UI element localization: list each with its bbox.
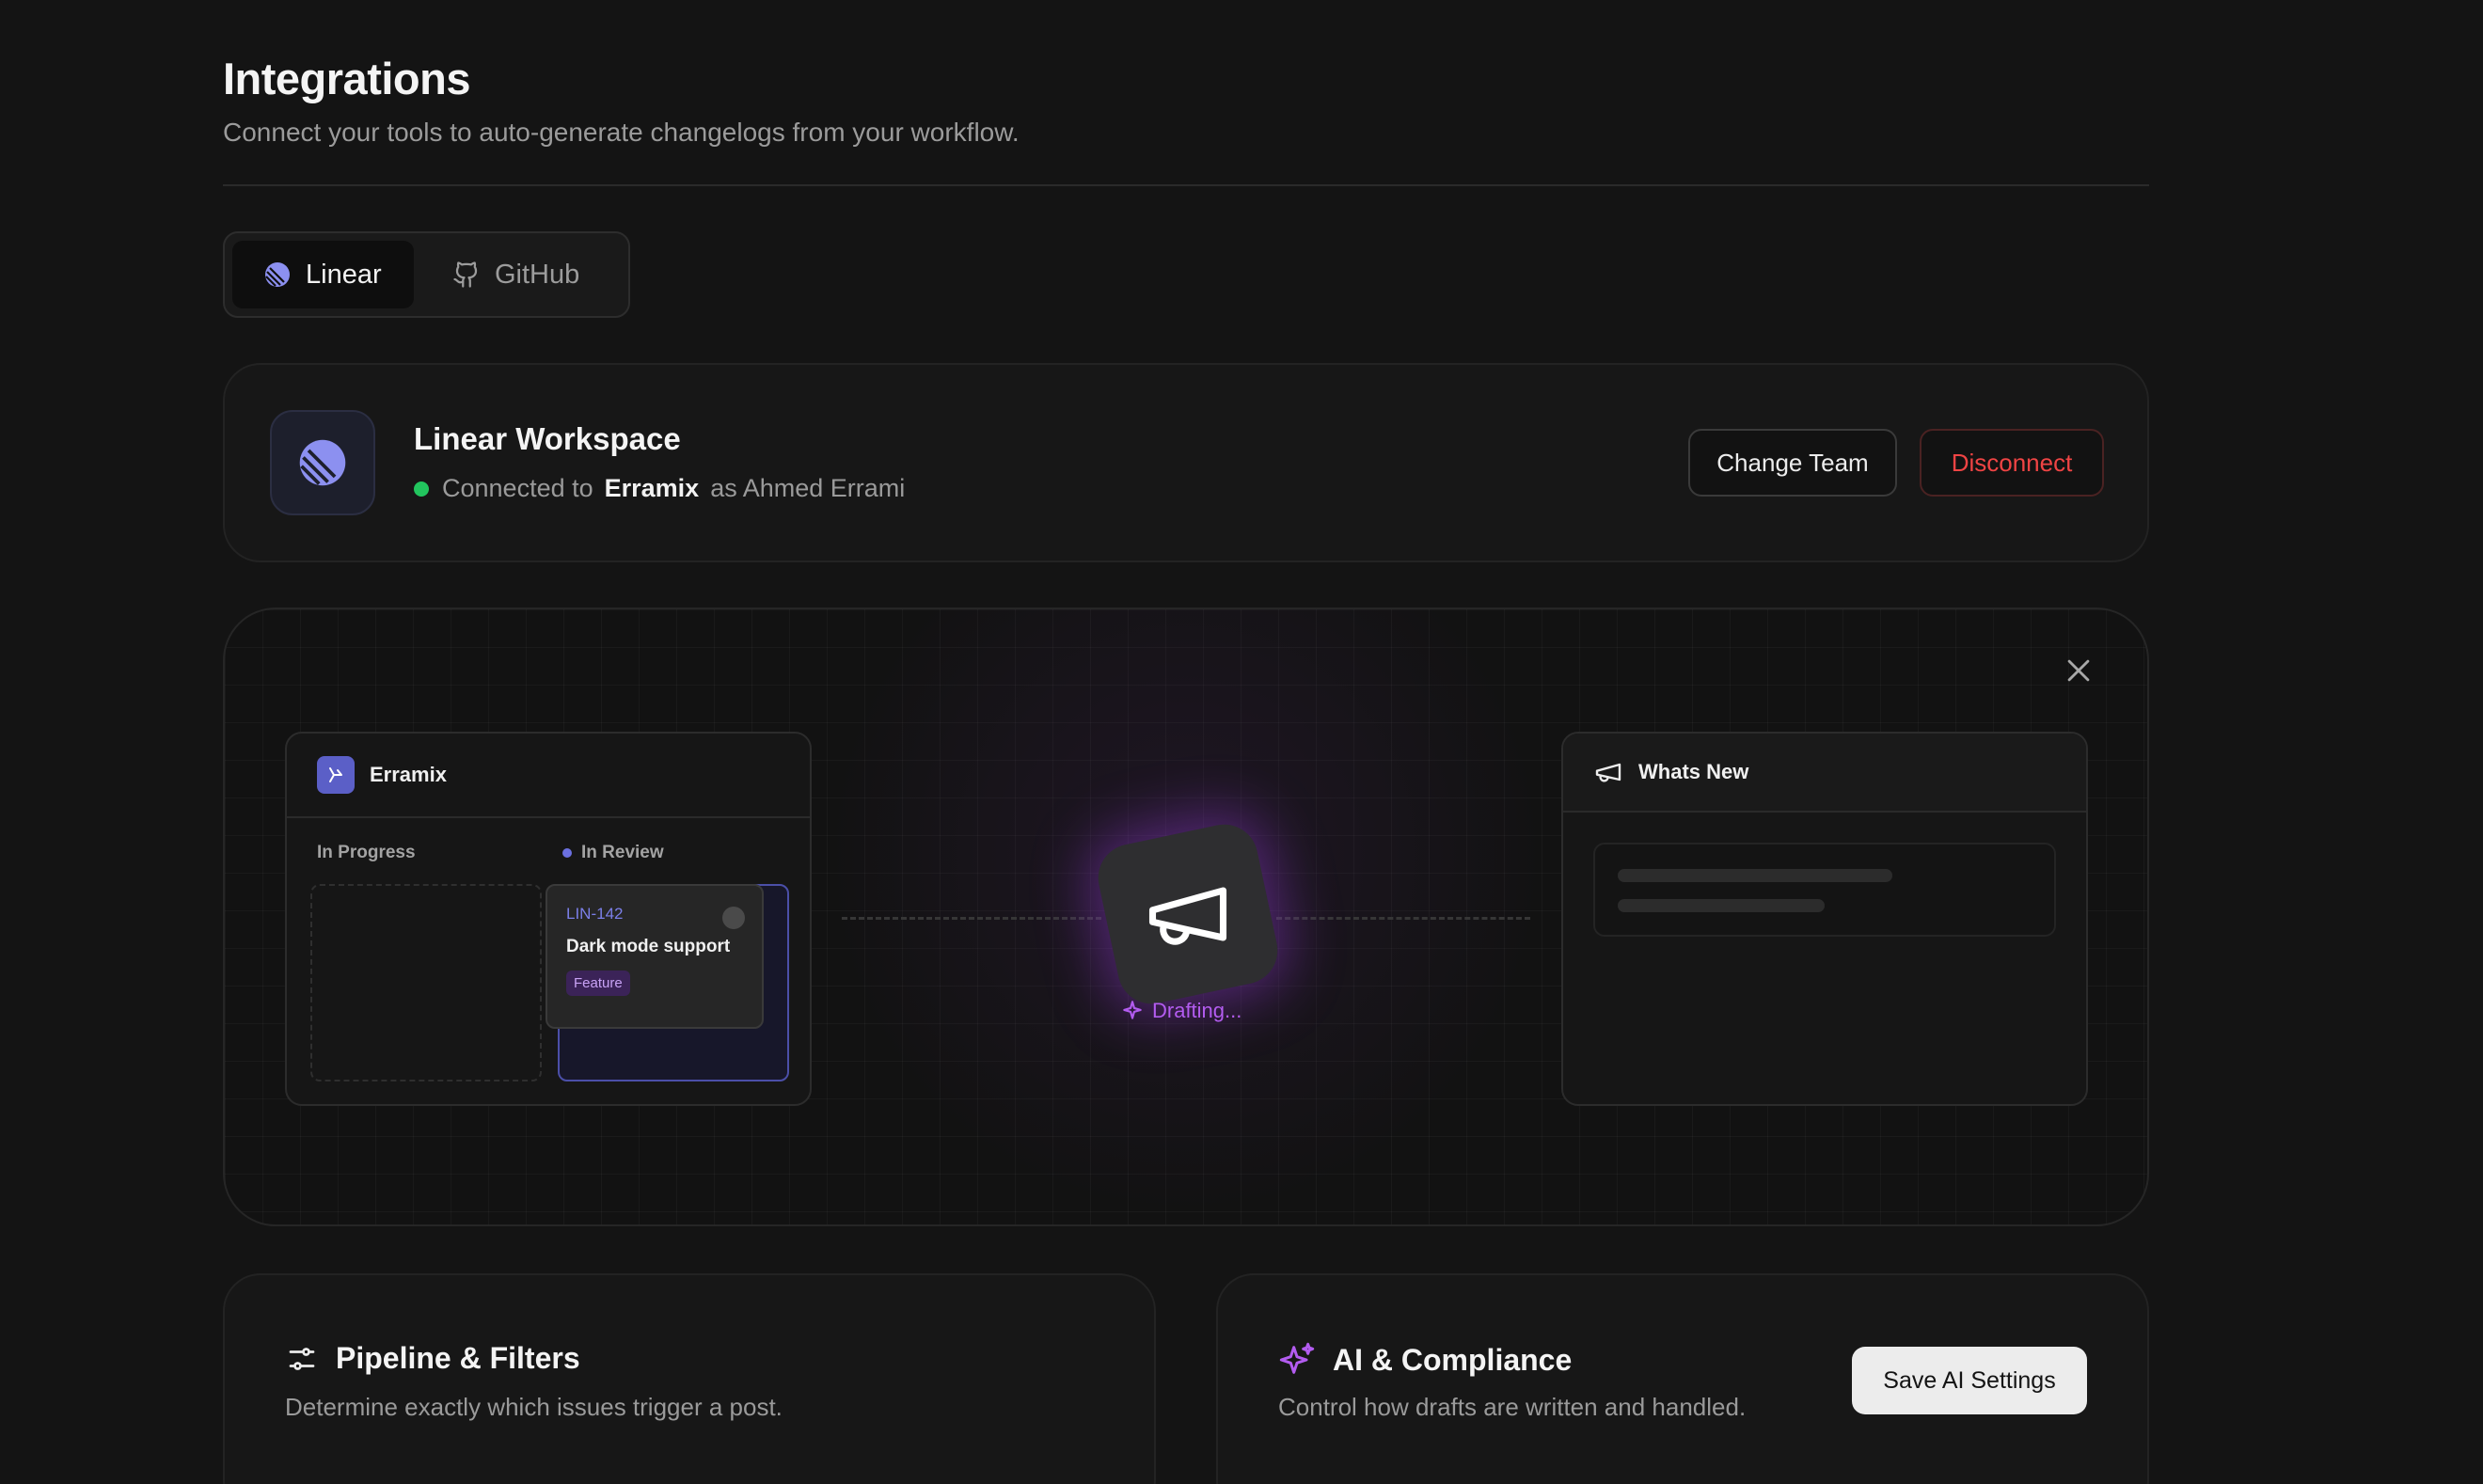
change-team-button[interactable]: Change Team (1688, 429, 1897, 497)
github-icon (451, 260, 482, 290)
status-prefix: Connected to (442, 474, 593, 502)
sparkles-icon (1123, 1001, 1142, 1019)
whats-new-title: Whats New (1638, 760, 1749, 783)
ai-title-label: AI & Compliance (1333, 1342, 1573, 1377)
skeleton-line (1618, 869, 1892, 882)
megaphone-icon (1595, 763, 1621, 782)
close-icon[interactable] (2063, 655, 2095, 687)
ai-compliance-card: AI & Compliance Control how drafts are w… (1216, 1273, 2149, 1484)
tab-github-label: GitHub (495, 259, 580, 290)
column-in-review: In Review (562, 843, 664, 863)
review-dot-icon (562, 848, 572, 858)
in-progress-dropzone (310, 884, 542, 1081)
page-title: Integrations (223, 54, 470, 103)
drafting-status: Drafting... (1120, 999, 1242, 1023)
board-header: Erramix (287, 734, 810, 818)
whats-new-widget: Whats New (1561, 732, 2088, 1106)
connector-right (1276, 917, 1530, 920)
issue-tag: Feature (566, 971, 630, 996)
tab-linear-label: Linear (306, 259, 382, 290)
board-team-name: Erramix (370, 763, 447, 786)
ai-title: AI & Compliance (1278, 1341, 1572, 1379)
linear-icon (262, 260, 293, 290)
ai-subtitle: Control how drafts are written and handl… (1278, 1393, 1747, 1421)
sparkles-icon (1279, 1342, 1315, 1374)
whats-new-header: Whats New (1563, 734, 2086, 813)
tab-github[interactable]: GitHub (421, 241, 609, 308)
page-subtitle: Connect your tools to auto-generate chan… (223, 118, 1020, 147)
linear-logo-icon (270, 410, 375, 515)
integration-tabs: Linear GitHub (223, 231, 630, 318)
save-ai-settings-button[interactable]: Save AI Settings (1852, 1347, 2087, 1414)
status-dot (414, 481, 429, 497)
ai-hub (1091, 817, 1285, 1011)
pipeline-title-label: Pipeline & Filters (336, 1341, 580, 1375)
connected-user: as Ahmed Errami (710, 474, 906, 502)
changelog-placeholder (1593, 843, 2056, 937)
column-in-progress: In Progress (317, 843, 416, 862)
column-in-review-label: In Review (581, 843, 664, 862)
disconnect-button[interactable]: Disconnect (1920, 429, 2104, 497)
megaphone-icon (1148, 887, 1227, 945)
pipeline-subtitle: Determine exactly which issues trigger a… (285, 1393, 783, 1421)
header-divider (223, 184, 2149, 186)
drafting-label: Drafting... (1152, 999, 1242, 1022)
workspace-title: Linear Workspace (414, 421, 681, 456)
tab-linear[interactable]: Linear (232, 241, 414, 308)
pipeline-card: Pipeline & Filters Determine exactly whi… (223, 1273, 1156, 1484)
issue-id: LIN-142 (566, 905, 624, 923)
workflow-preview: Erramix In Progress In Review LIN-142 Da… (223, 608, 2149, 1226)
issue-card[interactable]: LIN-142 Dark mode support Feature (546, 884, 764, 1029)
connector-left (842, 917, 1101, 920)
linear-board: Erramix In Progress In Review LIN-142 Da… (285, 732, 812, 1106)
issue-title: Dark mode support (566, 937, 731, 956)
avatar (722, 907, 745, 929)
sliders-icon (289, 1347, 315, 1370)
connection-status: Connected to Erramix as Ahmed Errami (414, 474, 905, 503)
pipeline-title: Pipeline & Filters (285, 1341, 580, 1376)
workspace-card: Linear Workspace Connected to Erramix as… (223, 363, 2149, 562)
skeleton-line (1618, 899, 1825, 912)
team-name: Erramix (604, 474, 700, 502)
team-logo-icon (317, 756, 355, 794)
